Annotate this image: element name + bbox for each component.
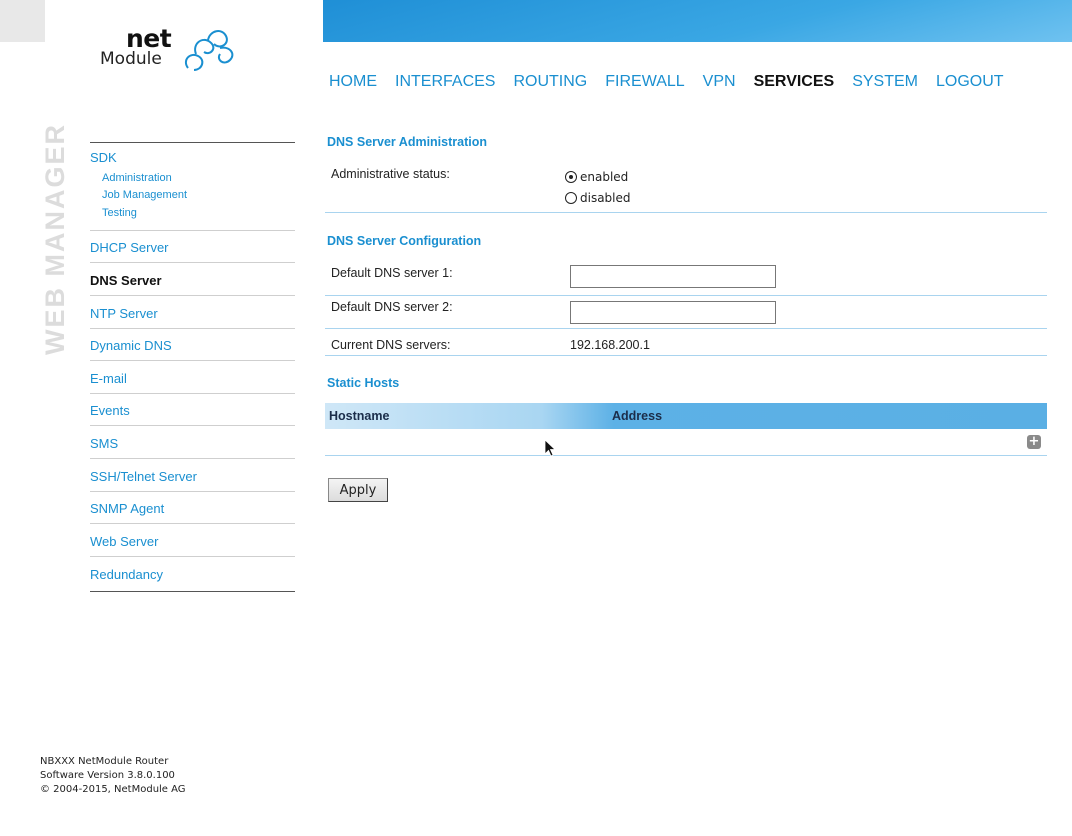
current-dns-value: 192.168.200.1 <box>570 338 650 352</box>
section-title-administration: DNS Server Administration <box>327 135 487 149</box>
sidebar-item-email[interactable]: E-mail <box>90 362 295 394</box>
sidebar-item-label: SSH/Telnet Server <box>90 469 197 484</box>
sidebar-item-label: Dynamic DNS <box>90 338 172 353</box>
radio-disabled-label: disabled <box>580 191 631 205</box>
logo-module-text: Module <box>100 49 162 69</box>
footer: NBXXX NetModule Router Software Version … <box>40 755 186 797</box>
sidebar-item-snmp-agent[interactable]: SNMP Agent <box>90 492 295 524</box>
divider <box>325 328 1047 329</box>
sidebar-item-label: Redundancy <box>90 567 163 582</box>
sidebar-item-label: DHCP Server <box>90 240 169 255</box>
radio-disabled[interactable]: disabled <box>565 191 631 205</box>
sidebar-item-label: NTP Server <box>90 306 158 321</box>
sidebar-item-events[interactable]: Events <box>90 394 295 426</box>
dns1-label: Default DNS server 1: <box>331 266 453 280</box>
logo-knot-icon <box>184 30 234 71</box>
admin-status-label: Administrative status: <box>331 167 450 181</box>
nav-services[interactable]: SERVICES <box>754 73 835 91</box>
sidebar-item-sms[interactable]: SMS <box>90 427 295 459</box>
sidebar-subitem-administration[interactable]: Administration <box>102 172 172 184</box>
nav-home[interactable]: HOME <box>329 73 377 91</box>
dns2-label: Default DNS server 2: <box>331 300 453 314</box>
sidebar-group-sdk: SDK Administration Job Management Testin… <box>90 142 295 231</box>
dns2-input[interactable] <box>570 301 776 324</box>
sidebar-item-sdk[interactable]: SDK <box>90 150 117 165</box>
sidebar-subitem-job-management[interactable]: Job Management <box>102 189 187 201</box>
sidebar-item-web-server[interactable]: Web Server <box>90 525 295 557</box>
divider <box>325 455 1047 456</box>
static-hosts-table-header: Hostname Address <box>325 403 1047 429</box>
nav-vpn[interactable]: VPN <box>703 73 736 91</box>
radio-enabled-label: enabled <box>580 170 629 184</box>
sidebar-item-dhcp-server[interactable]: DHCP Server <box>90 231 295 263</box>
sidebar-item-label: SMS <box>90 436 119 451</box>
web-manager-label: WEB MANAGER <box>40 123 70 355</box>
sidebar-item-label: E-mail <box>90 371 127 386</box>
column-header-hostname: Hostname <box>329 409 390 423</box>
dns1-input[interactable] <box>570 265 776 288</box>
sidebar-item-label: SNMP Agent <box>90 501 165 516</box>
sidebar-item-dynamic-dns[interactable]: Dynamic DNS <box>90 329 295 361</box>
sidebar-subitem-testing[interactable]: Testing <box>102 207 137 219</box>
nav-system[interactable]: SYSTEM <box>852 73 918 91</box>
divider <box>325 355 1047 356</box>
sidebar-item-dns-server[interactable]: DNS Server <box>90 264 295 296</box>
add-host-button[interactable]: + <box>1027 435 1041 449</box>
nav-routing[interactable]: ROUTING <box>513 73 587 91</box>
top-bar-left <box>0 0 45 42</box>
footer-version: Software Version 3.8.0.100 <box>40 770 175 781</box>
footer-product: NBXXX NetModule Router <box>40 756 169 767</box>
sidebar-item-redundancy[interactable]: Redundancy <box>90 558 295 590</box>
sidebar-item-ssh-telnet-server[interactable]: SSH/Telnet Server <box>90 460 295 492</box>
top-navigation: HOME INTERFACES ROUTING FIREWALL VPN SER… <box>329 73 1004 91</box>
section-title-static-hosts: Static Hosts <box>327 376 400 390</box>
sidebar-item-label: Web Server <box>90 534 159 549</box>
sidebar-item-label: Events <box>90 403 130 418</box>
section-title-configuration: DNS Server Configuration <box>327 234 482 248</box>
radio-unselected-icon <box>565 192 577 204</box>
column-header-address: Address <box>612 409 663 423</box>
sidebar-bottom-rule <box>90 591 295 592</box>
apply-button[interactable]: Apply <box>328 478 388 502</box>
nav-firewall[interactable]: FIREWALL <box>605 73 684 91</box>
radio-selected-icon <box>565 171 577 183</box>
mouse-cursor-icon <box>545 440 557 457</box>
divider <box>325 295 1047 296</box>
footer-copyright: © 2004-2015, NetModule AG <box>40 784 186 795</box>
sidebar-item-label: DNS Server <box>90 273 162 288</box>
current-dns-label: Current DNS servers: <box>331 338 451 352</box>
radio-enabled[interactable]: enabled <box>565 170 628 184</box>
nav-logout[interactable]: LOGOUT <box>936 73 1004 91</box>
divider <box>325 212 1047 213</box>
top-bar-banner <box>323 0 1072 42</box>
sidebar-item-ntp-server[interactable]: NTP Server <box>90 297 295 329</box>
netmodule-logo[interactable]: net Module <box>100 24 240 94</box>
nav-interfaces[interactable]: INTERFACES <box>395 73 495 91</box>
